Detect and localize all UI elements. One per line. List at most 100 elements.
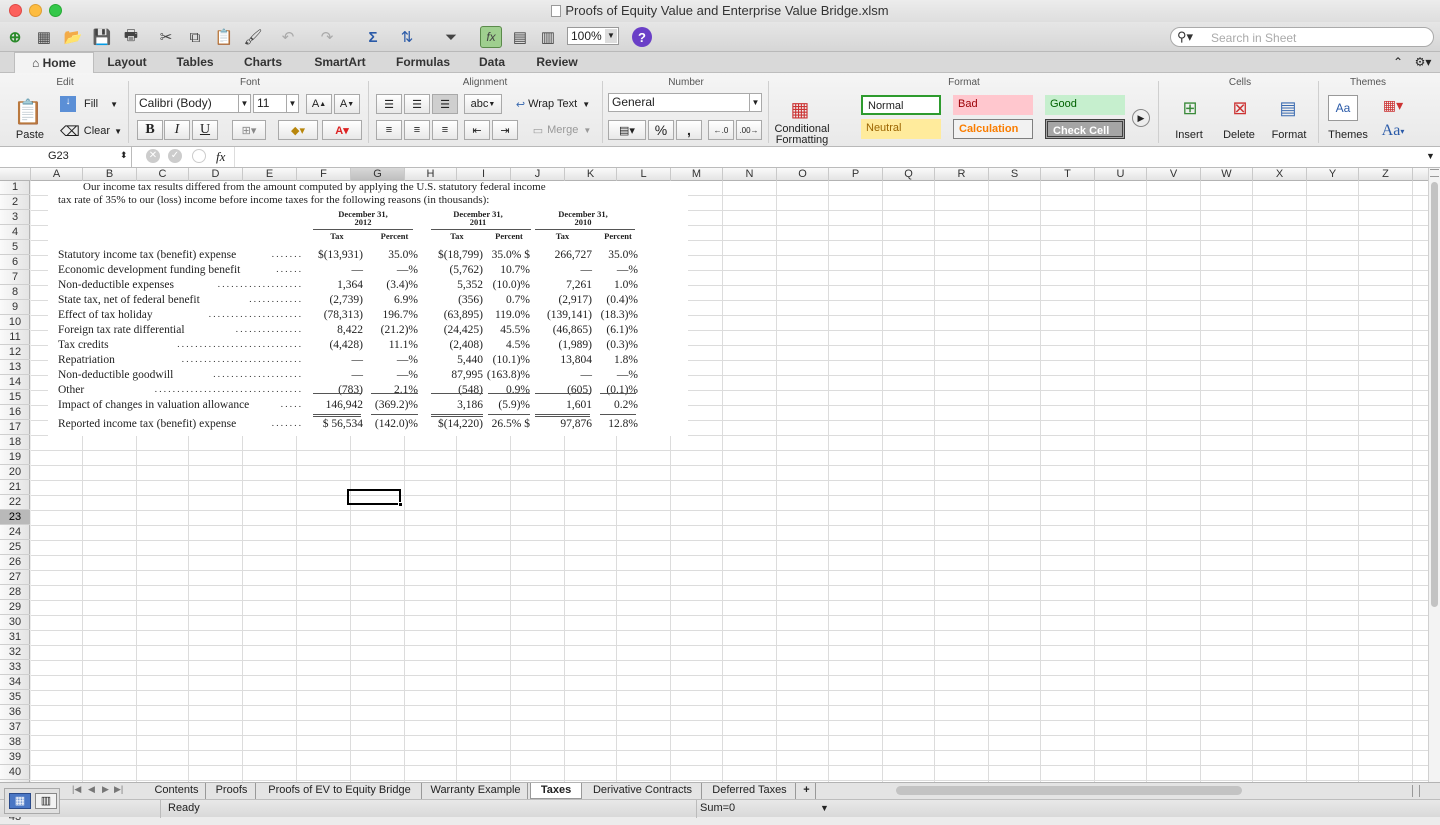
row-header-22[interactable]: 22 bbox=[0, 495, 30, 510]
undo-icon[interactable]: ↶ bbox=[277, 26, 299, 48]
row-header-11[interactable]: 11 bbox=[0, 330, 30, 345]
column-header-l[interactable]: L bbox=[617, 168, 671, 181]
tab-review[interactable]: Review bbox=[526, 52, 588, 73]
align-middle-icon[interactable]: ☰ bbox=[404, 94, 430, 114]
paste-button[interactable]: Paste bbox=[8, 128, 52, 142]
formula-input[interactable] bbox=[234, 147, 1424, 167]
delete-cells-icon[interactable]: ⊠ bbox=[1220, 93, 1260, 123]
decrease-font-size-icon[interactable]: A ▼ bbox=[334, 94, 360, 114]
save-icon[interactable]: 💾 bbox=[91, 26, 113, 48]
templates-icon[interactable]: ▦ bbox=[33, 26, 55, 48]
sheet-tab-warranty-example[interactable]: Warranty Example bbox=[424, 783, 528, 799]
style-neutral[interactable]: Neutral bbox=[861, 119, 941, 139]
insert-cells-icon[interactable]: ⊞ bbox=[1170, 93, 1210, 123]
fill-handle[interactable] bbox=[398, 502, 403, 507]
row-header-20[interactable]: 20 bbox=[0, 465, 30, 480]
comma-style-button[interactable]: , bbox=[676, 120, 702, 140]
add-sheet-button[interactable]: + bbox=[798, 783, 816, 799]
row-header-3[interactable]: 3 bbox=[0, 210, 30, 225]
insert-button[interactable]: Insert bbox=[1166, 128, 1212, 142]
column-header-e[interactable]: E bbox=[243, 168, 297, 181]
row-header-35[interactable]: 35 bbox=[0, 690, 30, 705]
row-header-10[interactable]: 10 bbox=[0, 315, 30, 330]
column-header-f[interactable]: F bbox=[297, 168, 351, 181]
align-right-icon[interactable]: ≡ bbox=[432, 120, 458, 140]
row-header-9[interactable]: 9 bbox=[0, 300, 30, 315]
font-color-icon[interactable]: A▾ bbox=[322, 120, 362, 140]
clear-button[interactable]: ⌫ Clear ▼ bbox=[60, 122, 122, 140]
gallery-icon[interactable]: ▥ bbox=[537, 26, 559, 48]
paste-clipboard-icon[interactable]: 📋 bbox=[8, 95, 48, 129]
row-header-33[interactable]: 33 bbox=[0, 660, 30, 675]
row-header-12[interactable]: 12 bbox=[0, 345, 30, 360]
formula-builder-icon[interactable]: fx bbox=[480, 26, 502, 48]
column-header-r[interactable]: R bbox=[935, 168, 989, 181]
status-sum[interactable]: Sum=0 bbox=[700, 802, 735, 814]
delete-button[interactable]: Delete bbox=[1216, 128, 1262, 142]
align-bottom-icon[interactable]: ☰ bbox=[432, 94, 458, 114]
format-painter-icon[interactable]: 🖌 bbox=[242, 26, 264, 48]
new-workbook-icon[interactable]: ⊕ bbox=[4, 26, 26, 48]
column-header-n[interactable]: N bbox=[723, 168, 777, 181]
column-header-u[interactable]: U bbox=[1095, 168, 1147, 181]
function-icon[interactable] bbox=[192, 149, 206, 163]
align-top-icon[interactable]: ☰ bbox=[376, 94, 402, 114]
sort-icon[interactable]: ⇅ bbox=[396, 26, 418, 48]
font-size-select[interactable]: 11 ▼ bbox=[253, 94, 299, 113]
normal-view-icon[interactable]: ▦ bbox=[9, 793, 31, 809]
selected-cell-g23[interactable] bbox=[347, 489, 403, 507]
increase-decimal-icon[interactable]: ←.0 bbox=[708, 120, 734, 140]
column-header-j[interactable]: J bbox=[511, 168, 565, 181]
row-header-5[interactable]: 5 bbox=[0, 240, 30, 255]
show-hide-icon[interactable]: ▤ bbox=[509, 26, 531, 48]
increase-font-size-icon[interactable]: A ▲ bbox=[306, 94, 332, 114]
column-header-d[interactable]: D bbox=[189, 168, 243, 181]
tab-home[interactable]: ⌂ Home bbox=[14, 52, 94, 73]
conditional-formatting-label-2[interactable]: Formatting bbox=[770, 134, 834, 146]
zoom-select[interactable]: 100% ▼ bbox=[567, 27, 619, 45]
column-header-p[interactable]: P bbox=[829, 168, 883, 181]
autosum-icon[interactable]: Σ bbox=[362, 26, 384, 48]
borders-icon[interactable]: ⊞▾ bbox=[232, 120, 266, 140]
row-header-38[interactable]: 38 bbox=[0, 735, 30, 750]
sheet-tab-proofs[interactable]: Proofs bbox=[208, 783, 256, 799]
number-format-select[interactable]: General ▼ bbox=[608, 93, 762, 112]
row-header-39[interactable]: 39 bbox=[0, 750, 30, 765]
column-header-z[interactable]: Z bbox=[1359, 168, 1413, 181]
worksheet-grid[interactable]: Our income tax results differed from the… bbox=[31, 181, 1428, 782]
row-header-6[interactable]: 6 bbox=[0, 255, 30, 270]
row-header-29[interactable]: 29 bbox=[0, 600, 30, 615]
row-header-19[interactable]: 19 bbox=[0, 450, 30, 465]
row-header-31[interactable]: 31 bbox=[0, 630, 30, 645]
fill-color-icon[interactable]: ◆▾ bbox=[278, 120, 318, 140]
column-header-k[interactable]: K bbox=[565, 168, 617, 181]
style-bad[interactable]: Bad bbox=[953, 95, 1033, 115]
decrease-decimal-icon[interactable]: .00→ bbox=[736, 120, 762, 140]
gear-icon[interactable]: ⚙▾ bbox=[1410, 54, 1436, 70]
column-header-m[interactable]: M bbox=[671, 168, 723, 181]
tab-tables[interactable]: Tables bbox=[164, 52, 226, 73]
column-header-x[interactable]: X bbox=[1253, 168, 1307, 181]
row-header-21[interactable]: 21 bbox=[0, 480, 30, 495]
column-header-o[interactable]: O bbox=[777, 168, 829, 181]
row-header-17[interactable]: 17 bbox=[0, 420, 30, 435]
column-header-b[interactable]: B bbox=[83, 168, 137, 181]
page-layout-view-icon[interactable]: ▥ bbox=[35, 793, 57, 809]
merge-button[interactable]: ▭ Merge ▼ bbox=[526, 120, 598, 140]
format-cells-icon[interactable]: ▤ bbox=[1268, 93, 1308, 123]
style-check-cell[interactable]: Check Cell bbox=[1045, 119, 1125, 139]
row-header-30[interactable]: 30 bbox=[0, 615, 30, 630]
column-header-i[interactable]: I bbox=[457, 168, 511, 181]
row-header-1[interactable]: 1 bbox=[0, 180, 30, 195]
themes-button[interactable]: Themes bbox=[1324, 128, 1372, 142]
column-header-c[interactable]: C bbox=[137, 168, 189, 181]
style-good[interactable]: Good bbox=[1045, 95, 1125, 115]
filter-icon[interactable]: ⏷ bbox=[440, 26, 462, 48]
enter-icon[interactable]: ✓ bbox=[168, 149, 182, 163]
chevron-down-icon[interactable]: ▼ bbox=[820, 803, 829, 813]
theme-fonts-icon[interactable]: Aa ▾ bbox=[1376, 121, 1410, 141]
tab-charts[interactable]: Charts bbox=[232, 52, 294, 73]
column-header-q[interactable]: Q bbox=[883, 168, 935, 181]
prev-sheet-icon[interactable]: ◀ bbox=[88, 784, 95, 795]
collapse-ribbon-icon[interactable]: ⌃ bbox=[1388, 54, 1408, 70]
